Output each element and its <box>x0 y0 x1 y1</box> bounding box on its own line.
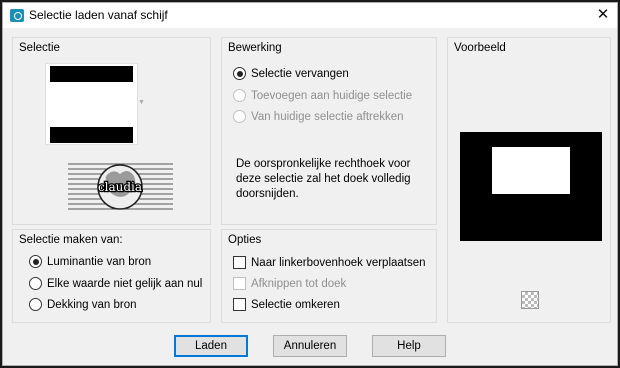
checkbox[interactable] <box>233 298 246 311</box>
checkbox-label: Selectie omkeren <box>251 298 340 311</box>
selectie-group-label: Selectie <box>19 42 60 54</box>
radio-nonzero-value[interactable]: Elke waarde niet gelijk aan nul <box>29 277 202 290</box>
app-icon <box>10 9 24 22</box>
radio-button[interactable] <box>233 67 246 80</box>
radio-button[interactable] <box>29 255 42 268</box>
radio-button[interactable] <box>233 89 246 102</box>
checkbox[interactable] <box>233 277 246 290</box>
radio-label: Van huidige selectie aftrekken <box>251 110 404 123</box>
watermark-logo: claudia <box>68 162 173 212</box>
radio-button[interactable] <box>29 298 42 311</box>
checkbox[interactable] <box>233 256 246 269</box>
checkbox-move-to-top-left[interactable]: Naar linkerbovenhoek verplaatsen <box>233 256 426 269</box>
selectie-maken-group-label: Selectie maken van: <box>19 234 123 246</box>
help-button[interactable]: Help <box>372 335 446 357</box>
cancel-button[interactable]: Annuleren <box>273 335 347 357</box>
radio-source-opacity[interactable]: Dekking van bron <box>29 298 137 311</box>
radio-label: Toevoegen aan huidige selectie <box>251 89 413 102</box>
radio-label: Luminantie van bron <box>47 255 152 268</box>
checkbox-label: Afknippen tot doek <box>251 277 347 290</box>
bewerking-group: Bewerking Selectie vervangen Toevoegen a… <box>221 37 437 225</box>
transparency-toggle-icon[interactable] <box>521 291 539 309</box>
watermark-logo-graphic: claudia <box>68 163 173 210</box>
checkbox-invert-selection[interactable]: Selectie omkeren <box>233 298 340 311</box>
thumbnail-top-bar <box>50 66 133 82</box>
radio-luminance-source[interactable]: Luminantie van bron <box>29 255 151 268</box>
dialog-window: Selectie laden vanaf schijf ✕ Selectie ▼ <box>2 2 618 366</box>
bewerking-group-label: Bewerking <box>228 42 282 54</box>
selection-preview-thumbnail[interactable] <box>45 63 138 145</box>
voorbeeld-group-label: Voorbeeld <box>454 42 506 54</box>
dropdown-arrow-icon[interactable]: ▼ <box>138 99 145 106</box>
operation-description: De oorspronkelijke rechthoek voor deze s… <box>236 158 411 200</box>
title-bar: Selectie laden vanaf schijf ✕ <box>3 3 617 28</box>
preview-selection-area <box>492 147 570 194</box>
radio-replace-selection[interactable]: Selectie vervangen <box>233 67 349 80</box>
radio-label: Selectie vervangen <box>251 67 349 80</box>
radio-add-to-selection[interactable]: Toevoegen aan huidige selectie <box>233 89 412 102</box>
opties-group-label: Opties <box>228 234 262 246</box>
selectie-group: Selectie ▼ claudia <box>12 37 211 225</box>
close-icon[interactable]: ✕ <box>595 7 611 23</box>
checkbox-crop-to-canvas[interactable]: Afknippen tot doek <box>233 277 346 290</box>
svg-text:claudia: claudia <box>98 180 142 194</box>
preview-canvas <box>460 132 602 241</box>
selectie-maken-group: Selectie maken van: Luminantie van bron … <box>12 229 211 323</box>
opties-group: Opties Naar linkerbovenhoek verplaatsen … <box>221 229 437 323</box>
radio-button[interactable] <box>233 110 246 123</box>
checkbox-label: Naar linkerbovenhoek verplaatsen <box>251 256 426 269</box>
radio-label: Elke waarde niet gelijk aan nul <box>47 277 203 290</box>
radio-button[interactable] <box>29 277 42 290</box>
radio-label: Dekking van bron <box>47 298 137 311</box>
thumbnail-bottom-bar <box>50 127 133 143</box>
radio-subtract-from-selection[interactable]: Van huidige selectie aftrekken <box>233 110 404 123</box>
voorbeeld-group: Voorbeeld <box>447 37 611 323</box>
window-title: Selectie laden vanaf schijf <box>29 8 168 22</box>
load-button[interactable]: Laden <box>174 335 248 357</box>
